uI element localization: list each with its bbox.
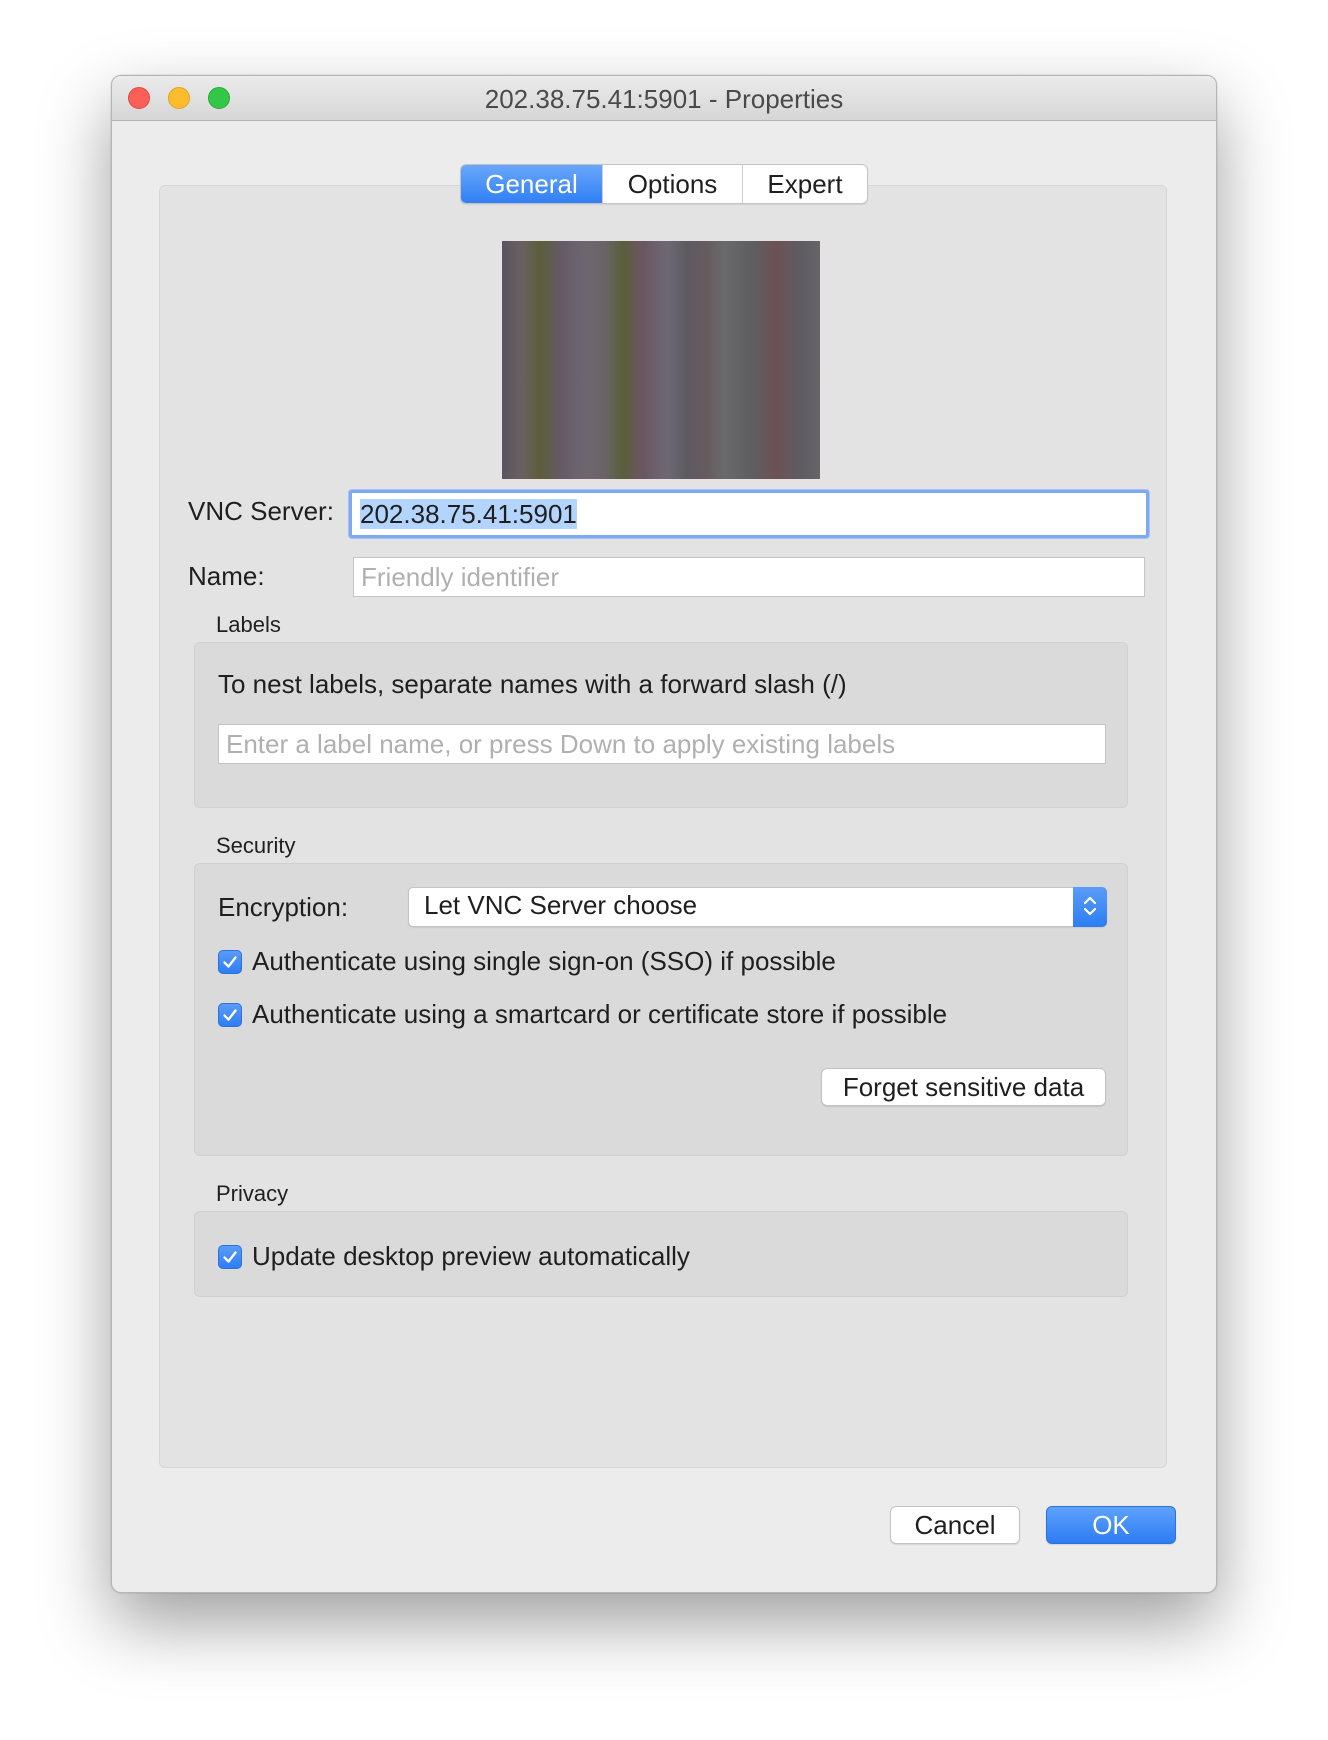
name-input[interactable]: Friendly identifier [353,557,1145,597]
vnc-server-label: VNC Server: [188,496,334,526]
sso-checkbox[interactable] [218,949,242,974]
tab-options[interactable]: Options [603,165,743,203]
checkmark-icon [223,955,237,968]
up-down-chevron-icon [1073,887,1107,927]
encryption-select[interactable]: Let VNC Server choose [408,887,1107,927]
ok-button[interactable]: OK [1046,1506,1176,1544]
properties-window: 202.38.75.41:5901 - Properties General O… [111,75,1217,1593]
vnc-server-input[interactable]: 202.38.75.41:5901 [349,490,1149,538]
cancel-button[interactable]: Cancel [890,1506,1020,1544]
name-label: Name: [188,561,265,591]
labels-hint: To nest labels, separate names with a fo… [218,669,847,699]
label-name-placeholder: Enter a label name, or press Down to app… [226,729,896,759]
tab-expert[interactable]: Expert [743,165,867,203]
checkmark-icon [223,1008,237,1021]
window-title: 202.38.75.41:5901 - Properties [484,84,844,114]
vnc-server-value: 202.38.75.41:5901 [360,499,577,529]
privacy-section-title: Privacy [216,1181,289,1206]
forget-sensitive-data-button[interactable]: Forget sensitive data [821,1068,1106,1106]
update-preview-checkbox-row[interactable]: Update desktop preview automatically [218,1241,690,1272]
smartcard-checkbox-label: Authenticate using a smartcard or certif… [252,999,948,1029]
tab-bar: General Options Expert [460,164,868,204]
security-group: Encryption: Let VNC Server choose Authen… [194,863,1128,1156]
security-section-title: Security [216,833,296,858]
name-placeholder: Friendly identifier [361,562,559,592]
update-preview-checkbox-label: Update desktop preview automatically [252,1241,690,1271]
update-preview-checkbox[interactable] [218,1244,242,1269]
desktop-preview-image [502,241,820,479]
labels-section-title: Labels [216,612,281,637]
smartcard-checkbox[interactable] [218,1002,242,1027]
encryption-label: Encryption: [218,892,349,922]
smartcard-checkbox-row[interactable]: Authenticate using a smartcard or certif… [218,999,947,1030]
sso-checkbox-label: Authenticate using single sign-on (SSO) … [252,946,836,976]
labels-group: To nest labels, separate names with a fo… [194,642,1128,808]
encryption-selected-value: Let VNC Server choose [424,890,698,920]
sso-checkbox-row[interactable]: Authenticate using single sign-on (SSO) … [218,946,836,977]
privacy-group: Update desktop preview automatically [194,1211,1128,1297]
tab-general[interactable]: General [461,165,603,203]
title-bar[interactable]: 202.38.75.41:5901 - Properties [112,76,1216,121]
label-name-input[interactable]: Enter a label name, or press Down to app… [218,724,1106,764]
checkmark-icon [223,1250,237,1263]
